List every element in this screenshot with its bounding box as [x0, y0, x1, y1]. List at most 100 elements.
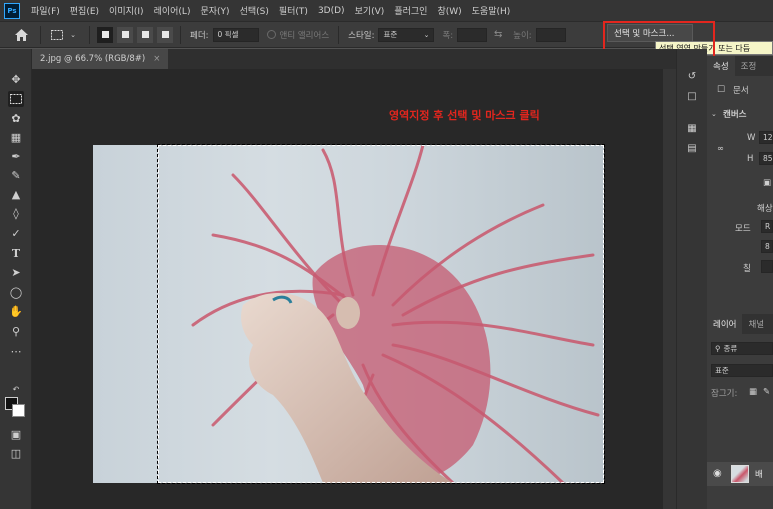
style-label: 스타일:	[348, 30, 375, 41]
swap-width-height-icon[interactable]: ⇆	[491, 28, 505, 42]
brush-tool-icon[interactable]: ✎	[8, 167, 24, 183]
antialias-checkbox[interactable]	[266, 30, 276, 39]
document-tab-bar: 2.jpg @ 66.7% (RGB/8#) ×	[32, 49, 676, 69]
select-and-mask-button[interactable]: 선택 및 마스크...	[607, 24, 693, 42]
layer-name: 배	[755, 470, 763, 480]
bit-depth-select[interactable]: 8	[761, 240, 773, 253]
menu-plugins[interactable]: 플러그인	[389, 4, 432, 17]
menu-filter[interactable]: 필터(T)	[274, 4, 313, 17]
layer-row[interactable]: ◉ 배	[707, 462, 773, 486]
pen-tool-icon[interactable]: ✓	[8, 225, 24, 241]
ellipse-tool-icon[interactable]: ◯	[8, 284, 24, 300]
tab-properties[interactable]: 속성	[707, 56, 735, 76]
new-selection-button[interactable]	[97, 26, 113, 43]
intersect-selection-button[interactable]	[157, 26, 173, 43]
document-icon: □	[717, 84, 726, 94]
menu-help[interactable]: 도움말(H)	[467, 4, 516, 17]
mode-select[interactable]: R	[761, 220, 773, 233]
menu-3d[interactable]: 3D(D)	[313, 6, 350, 16]
lock-label: 잠그기:	[711, 389, 738, 399]
comments-icon[interactable]: □	[685, 89, 699, 103]
object-selection-tool-icon[interactable]: ▦	[8, 129, 24, 145]
divider	[40, 25, 41, 44]
right-panels: 속성 조정 □ 문서 ⌄ 캔버스 W 128 ∞ H 850 ▣ 해상 모드 R…	[707, 56, 773, 509]
document-label: 문서	[733, 86, 749, 96]
zoom-tool-icon[interactable]: ⚲	[8, 323, 24, 339]
path-selection-tool-icon[interactable]: ➤	[8, 264, 24, 280]
tools-panel: ✥ ✿ ▦ ✒ ✎ ▲ ◊ ✓ T ➤ ◯ ✋ ⚲ ⋯ ↶ ▣ ◫	[0, 49, 32, 509]
menu-file[interactable]: 파일(F)	[26, 4, 65, 17]
fill-swatch[interactable]	[761, 260, 773, 273]
libraries-icon[interactable]: ▦	[685, 121, 699, 135]
chevron-down-icon: ⌄	[423, 30, 430, 39]
visibility-eye-icon[interactable]: ◉	[713, 468, 722, 479]
menu-bar: Ps 파일(F) 편집(E) 이미지(I) 레이어(L) 문자(Y) 선택(S)…	[0, 0, 773, 22]
canvas-section-label: 캔버스	[723, 110, 747, 120]
add-to-selection-button[interactable]	[117, 26, 133, 43]
antialias-label: 앤티 앨리어스	[279, 30, 330, 41]
home-icon[interactable]	[14, 28, 28, 42]
width-label: W	[747, 133, 756, 143]
canvas-width-input[interactable]: 128	[759, 131, 773, 144]
canvas-height-input[interactable]: 850	[759, 152, 773, 165]
style-select-value: 표준	[383, 30, 398, 39]
background-color-swatch[interactable]	[12, 404, 25, 417]
more-tools-icon[interactable]: ⋯	[8, 343, 24, 359]
portrait-photo	[191, 145, 600, 483]
layer-filter-placeholder: 종류	[723, 344, 738, 353]
width-label: 폭:	[442, 30, 454, 41]
tab-layers[interactable]: 레이어	[707, 314, 743, 334]
chevron-down-icon[interactable]: ⌄	[66, 28, 80, 42]
close-icon[interactable]: ×	[153, 54, 160, 64]
eraser-tool-icon[interactable]: ◊	[8, 205, 24, 221]
menu-window[interactable]: 창(W)	[432, 4, 466, 17]
width-input[interactable]	[457, 27, 488, 42]
rectangular-marquee-tool-icon[interactable]	[8, 91, 24, 107]
rectangular-marquee-preset-icon[interactable]	[50, 28, 64, 42]
properties-icon[interactable]: ▤	[685, 141, 699, 155]
tab-adjustments[interactable]: 조정	[735, 60, 763, 72]
orientation-icon: ▣	[763, 178, 772, 188]
menu-type[interactable]: 문자(Y)	[195, 4, 234, 17]
quick-mask-icon[interactable]: ▣	[8, 426, 24, 442]
resolution-label: 해상	[757, 204, 773, 214]
search-icon: ⚲	[715, 344, 721, 353]
panel-dock: ↺ □ ▦ ▤	[676, 49, 707, 509]
chevron-down-icon: ⌄	[711, 110, 717, 118]
fill-label: 칠	[743, 264, 751, 274]
swap-colors-icon[interactable]: ↶	[8, 381, 24, 397]
layer-thumbnail	[731, 465, 749, 483]
photoshop-logo-icon: Ps	[4, 2, 20, 19]
layer-filter-input[interactable]: ⚲ 종류	[711, 342, 773, 355]
eyedropper-tool-icon[interactable]: ✒	[8, 148, 24, 164]
divider	[89, 25, 90, 44]
hand-tool-icon[interactable]: ✋	[8, 303, 24, 319]
menu-view[interactable]: 보기(V)	[350, 4, 390, 17]
feather-input[interactable]: 0 픽셀	[212, 27, 259, 42]
tab-channels[interactable]: 채널	[742, 318, 770, 330]
type-tool-icon[interactable]: T	[8, 245, 24, 261]
stamp-tool-icon[interactable]: ▲	[8, 186, 24, 202]
lock-brush-icon[interactable]: ✎	[763, 387, 770, 397]
divider	[338, 25, 340, 44]
menu-select[interactable]: 선택(S)	[235, 4, 274, 17]
menu-layer[interactable]: 레이어(L)	[149, 4, 196, 17]
height-input[interactable]	[535, 27, 566, 42]
style-select[interactable]: 표준 ⌄	[378, 27, 435, 42]
lock-transparency-icon[interactable]: ▦	[749, 387, 757, 397]
screen-mode-icon[interactable]: ◫	[8, 445, 24, 461]
document-image[interactable]	[93, 145, 604, 483]
menu-image[interactable]: 이미지(I)	[104, 4, 149, 17]
subtract-from-selection-button[interactable]	[137, 26, 153, 43]
lasso-tool-icon[interactable]: ✿	[8, 110, 24, 126]
instruction-caption: 영역지정 후 선택 및 마스크 클릭	[389, 109, 540, 122]
menu-edit[interactable]: 편집(E)	[65, 4, 104, 17]
link-icon: ∞	[717, 144, 725, 154]
document-tab-title: 2.jpg @ 66.7% (RGB/8#)	[40, 54, 146, 64]
move-tool-icon[interactable]: ✥	[8, 71, 24, 87]
blend-mode-select[interactable]: 표준	[711, 364, 773, 377]
vertical-scrollbar[interactable]	[663, 69, 676, 509]
history-icon[interactable]: ↺	[685, 69, 699, 83]
document-tab[interactable]: 2.jpg @ 66.7% (RGB/8#) ×	[32, 49, 169, 69]
divider	[180, 25, 181, 44]
